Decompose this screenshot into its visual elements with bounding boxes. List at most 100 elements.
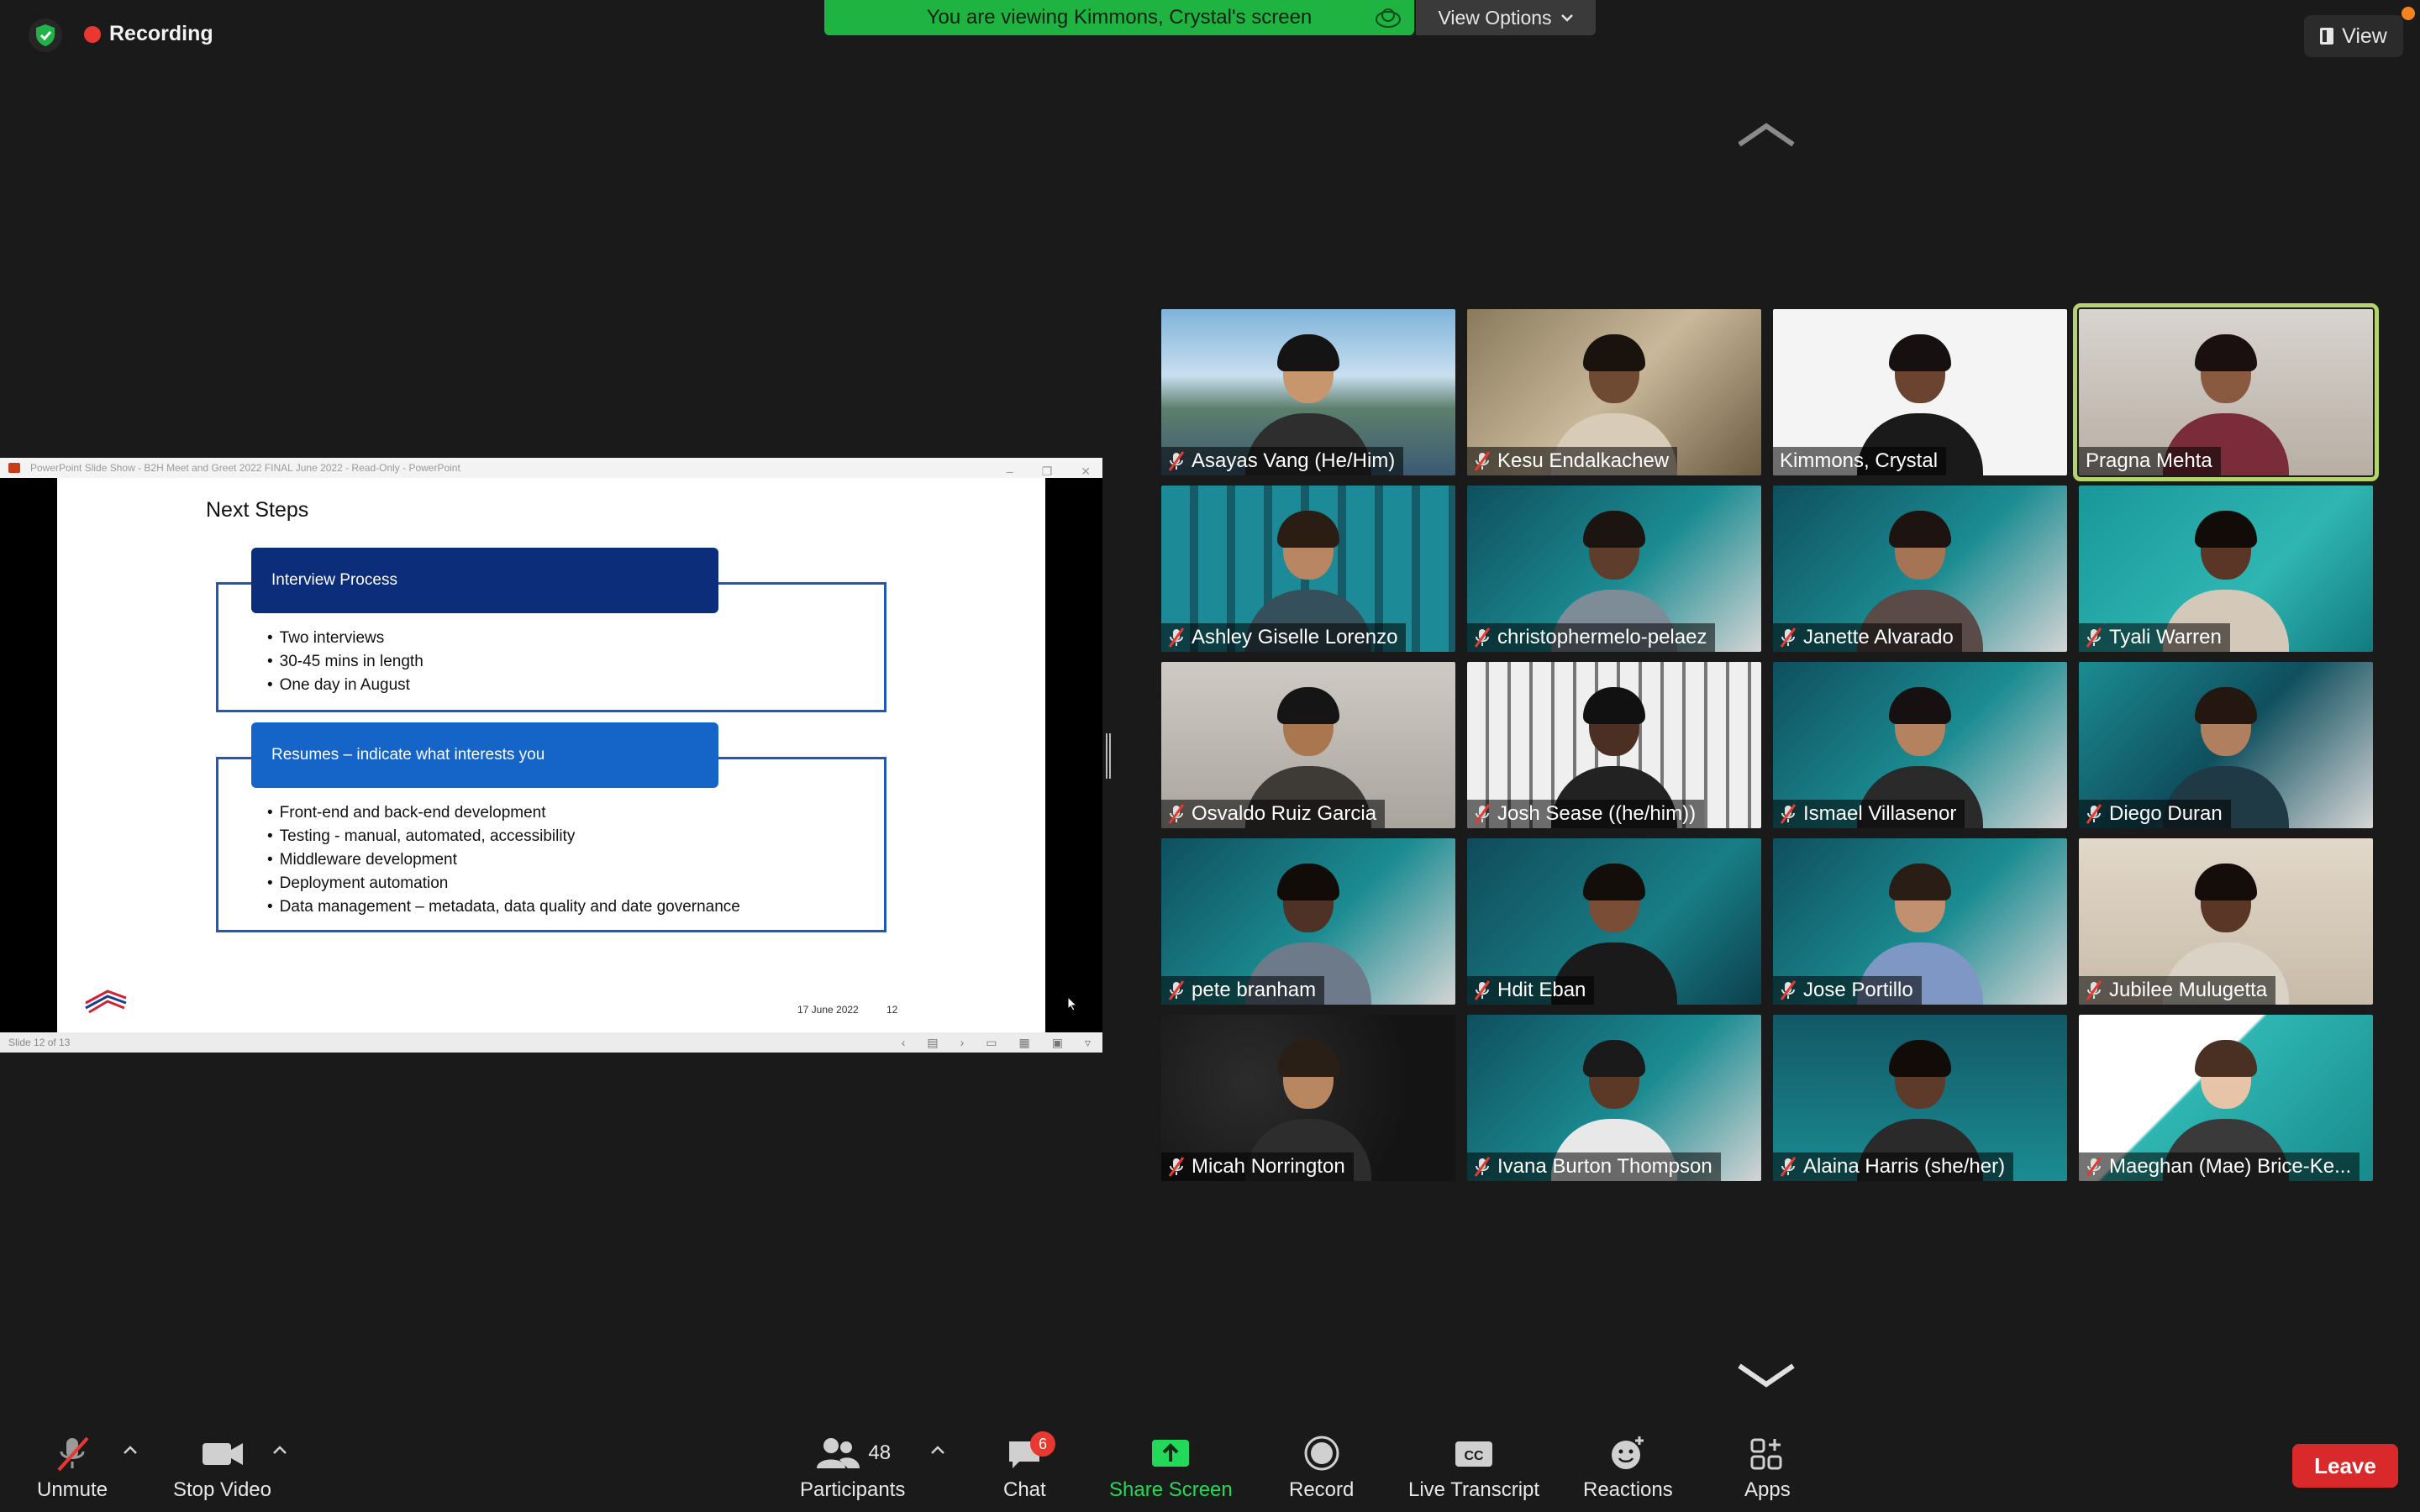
participant-name: Micah Norrington [1192,1155,1345,1178]
participant-tile[interactable]: Maeghan (Mae) Brice-Ke... [2079,1015,2373,1181]
gallery-scroll-up-icon[interactable] [1736,123,1797,148]
participant-tile[interactable]: Jose Portillo [1773,838,2067,1005]
video-options-caret-icon[interactable] [272,1445,287,1455]
mic-muted-icon [2086,804,2102,824]
record-button[interactable]: Record [1289,1435,1354,1502]
participant-name: Asayas Vang (He/Him) [1192,449,1396,472]
split-resize-handle[interactable] [1106,733,1111,779]
resumes-header: Resumes – indicate what interests you [251,722,718,788]
participant-tile[interactable]: Ashley Giselle Lorenzo [1161,486,1455,652]
participant-name-tag: Diego Duran [2079,800,2231,828]
reactions-button[interactable]: Reactions [1583,1435,1673,1502]
list-item: Data management – metadata, data quality… [267,895,740,919]
participant-name-tag: Osvaldo Ruiz Garcia [1161,800,1386,828]
mic-muted-icon [1780,980,1797,1000]
participant-tile[interactable]: Micah Norrington [1161,1015,1455,1181]
share-screen-button[interactable]: Share Screen [1109,1435,1233,1502]
participant-tile[interactable]: Diego Duran [2079,662,2373,828]
slide-date: 17 June 2022 [797,1004,859,1016]
participant-name-tag: Kimmons, Crystal [1773,447,1947,475]
recording-label: Recording [109,22,213,45]
participants-button[interactable]: 48 Participants [800,1435,905,1502]
participant-tile[interactable]: Janette Alvarado [1773,486,2067,652]
list-item: Deployment automation [267,872,740,895]
participant-tile[interactable]: Tyali Warren [2079,486,2373,652]
unmute-label: Unmute [37,1478,108,1501]
view-options-button[interactable]: View Options [1416,0,1596,35]
powerpoint-icon [8,463,20,473]
live-transcript-button[interactable]: CC Live Transcript [1408,1435,1539,1502]
video-camera-icon [202,1443,243,1465]
leave-button[interactable]: Leave [2292,1444,2398,1488]
participant-name-tag: Tyali Warren [2079,623,2230,652]
stop-video-button[interactable]: Stop Video [173,1435,271,1502]
participant-tile[interactable]: Ismael Villasenor [1773,662,2067,828]
bank-logo-icon [85,990,127,1014]
apps-label: Apps [1744,1478,1791,1501]
audio-options-caret-icon[interactable] [123,1445,138,1455]
participants-options-caret-icon[interactable] [930,1445,945,1455]
mic-muted-icon [1474,980,1491,1000]
closed-captions-icon: CC [1455,1441,1493,1467]
participant-name-tag: Ismael Villasenor [1773,800,1965,828]
participant-tile[interactable]: pete branham [1161,838,1455,1005]
participant-name: christophermelo-pelaez [1497,626,1707,648]
next-slide-icon: › [960,1036,965,1049]
mic-muted-icon [1168,1157,1185,1177]
participant-tile[interactable]: christophermelo-pelaez [1467,486,1761,652]
notification-dot [2402,7,2415,20]
banner-text: You are viewing Kimmons, Crystal's scree… [926,6,1313,29]
slide: Next Steps Interview Process Two intervi… [57,478,1045,1032]
participant-tile[interactable]: Jubilee Mulugetta [2079,838,2373,1005]
gallery-scroll-down-icon[interactable] [1736,1362,1797,1388]
list-item: 30-45 mins in length [267,650,424,674]
ppt-window-title: PowerPoint Slide Show - B2H Meet and Gre… [30,462,460,474]
participant-tile[interactable]: Ivana Burton Thompson [1467,1015,1761,1181]
slide-page-number: 12 [886,1004,898,1016]
participant-name-tag: Alaina Harris (she/her) [1773,1152,2014,1181]
unmute-button[interactable]: Unmute [37,1435,108,1502]
participant-tile[interactable]: Kimmons, Crystal [1773,309,2067,475]
chat-button[interactable]: Chat 6 [1003,1431,1055,1502]
participant-tile[interactable]: Pragna Mehta [2073,303,2379,481]
participant-name: Ismael Villasenor [1803,802,1957,825]
security-shield-icon[interactable] [29,18,62,52]
mic-muted-icon [1168,804,1185,824]
mic-muted-icon [1168,451,1185,471]
slide-menu-icon: ▤ [927,1036,939,1049]
participant-tile[interactable]: Osvaldo Ruiz Garcia [1161,662,1455,828]
list-item: Two interviews [267,627,424,650]
view-label: View [2342,24,2387,48]
participant-name: Diego Duran [2109,802,2223,825]
participant-tile[interactable]: Asayas Vang (He/Him) [1161,309,1455,475]
participant-name: Jubilee Mulugetta [2109,979,2268,1001]
participant-tile[interactable]: Alaina Harris (she/her) [1773,1015,2067,1181]
participant-name-tag: christophermelo-pelaez [1467,623,1716,652]
participants-count: 48 [868,1441,892,1464]
view-button[interactable]: View [2304,15,2403,57]
mic-muted-icon [1474,1157,1491,1177]
participant-name: pete branham [1192,979,1317,1001]
slideshow-view-icon: ▿ [1084,1036,1091,1049]
participant-name: Ashley Giselle Lorenzo [1192,626,1398,648]
reactions-label: Reactions [1583,1478,1673,1501]
shared-screen[interactable]: PowerPoint Slide Show - B2H Meet and Gre… [0,458,1102,1053]
list-item: Middleware development [267,848,740,872]
participant-tile[interactable]: Hdit Eban [1467,838,1761,1005]
interview-process-header: Interview Process [251,548,718,613]
interview-process-list: Two interviews 30-45 mins in length One … [267,627,424,697]
participant-tile[interactable]: Josh Sease ((he/him)) [1467,662,1761,828]
participant-name: Ivana Burton Thompson [1497,1155,1712,1178]
participant-name: Hdit Eban [1497,979,1586,1001]
participant-name-tag: Janette Alvarado [1773,623,1962,652]
participant-name-tag: Micah Norrington [1161,1152,1354,1181]
participant-name-tag: pete branham [1161,976,1325,1005]
viewing-screen-banner: You are viewing Kimmons, Crystal's scree… [824,0,1414,35]
recording-indicator[interactable]: Recording [84,22,213,46]
participant-name: Jose Portillo [1803,979,1913,1001]
prev-slide-icon: ‹ [901,1036,906,1049]
participant-tile[interactable]: Kesu Endalkachew [1467,309,1761,475]
participant-name: Tyali Warren [2109,626,2222,648]
apps-button[interactable]: Apps [1744,1435,1791,1502]
live-transcript-label: Live Transcript [1408,1478,1540,1501]
